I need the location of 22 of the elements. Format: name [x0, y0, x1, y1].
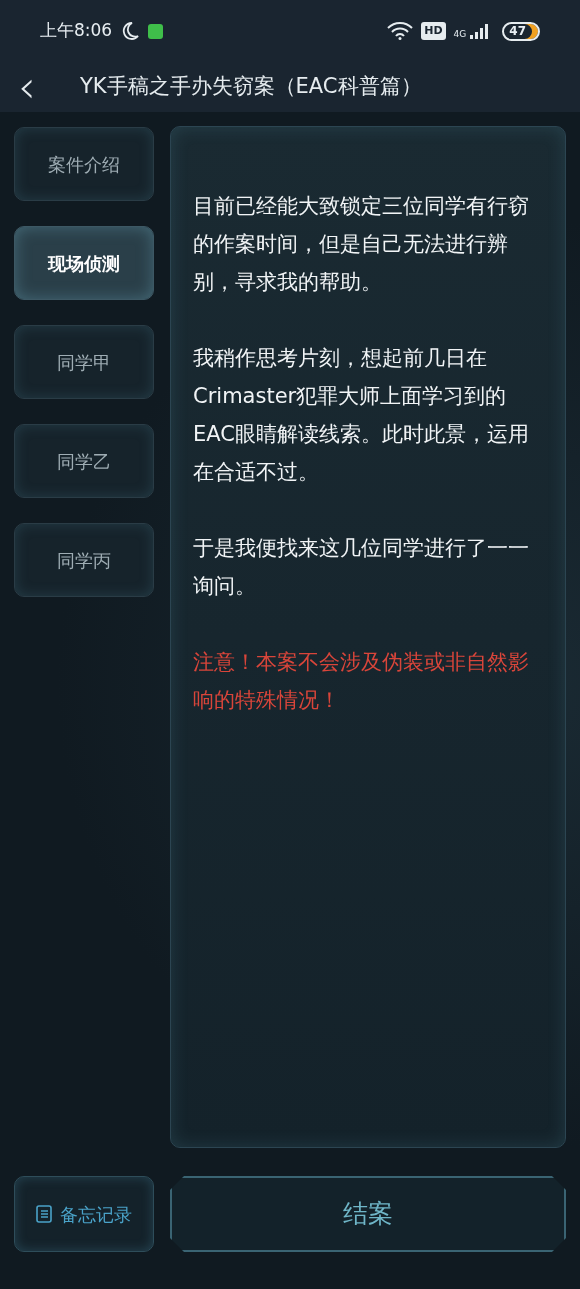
back-button[interactable]: ‹ [0, 65, 64, 109]
sidebar-tab[interactable]: 同学丙 [14, 523, 154, 597]
sidebar-tab[interactable]: 同学甲 [14, 325, 154, 399]
notebook-icon [36, 1205, 52, 1223]
warning-text: 注意！本案不会涉及伪装或非自然影响的特殊情况！ [193, 649, 530, 714]
close-case-button[interactable]: 结案 [170, 1176, 566, 1252]
paragraph: 于是我便找来这几位同学进行了一一询问。 [193, 535, 530, 600]
wifi-icon [387, 22, 414, 40]
sidebar-tab[interactable]: 同学乙 [14, 424, 154, 498]
sidebar-tab[interactable]: 现场侦测 [14, 226, 154, 300]
moon-icon [120, 21, 141, 41]
page-title: YK手稿之手办失窃案（EAC科普篇） [80, 73, 422, 101]
status-time: 上午8:06 [40, 19, 113, 43]
app-notification-icon [148, 23, 164, 39]
network-label: 4G [453, 30, 467, 39]
paragraph: 我稍作思考片刻，想起前几日在Crimaster犯罪大师上面学习到的EAC眼睛解读线索。此时此景，运用在合适不过。 [193, 345, 530, 486]
battery-indicator: 47 [502, 21, 540, 41]
sidebar-tab[interactable]: 案件介绍 [14, 127, 154, 201]
hd-indicator: HD [421, 21, 446, 41]
paragraph: 目前已经能大致锁定三位同学有行窃的作案时间，但是自己无法进行辨别，寻求我的帮助。 [193, 193, 530, 296]
notes-button[interactable]: 备忘记录 [14, 1176, 154, 1252]
signal-icon [470, 23, 491, 39]
